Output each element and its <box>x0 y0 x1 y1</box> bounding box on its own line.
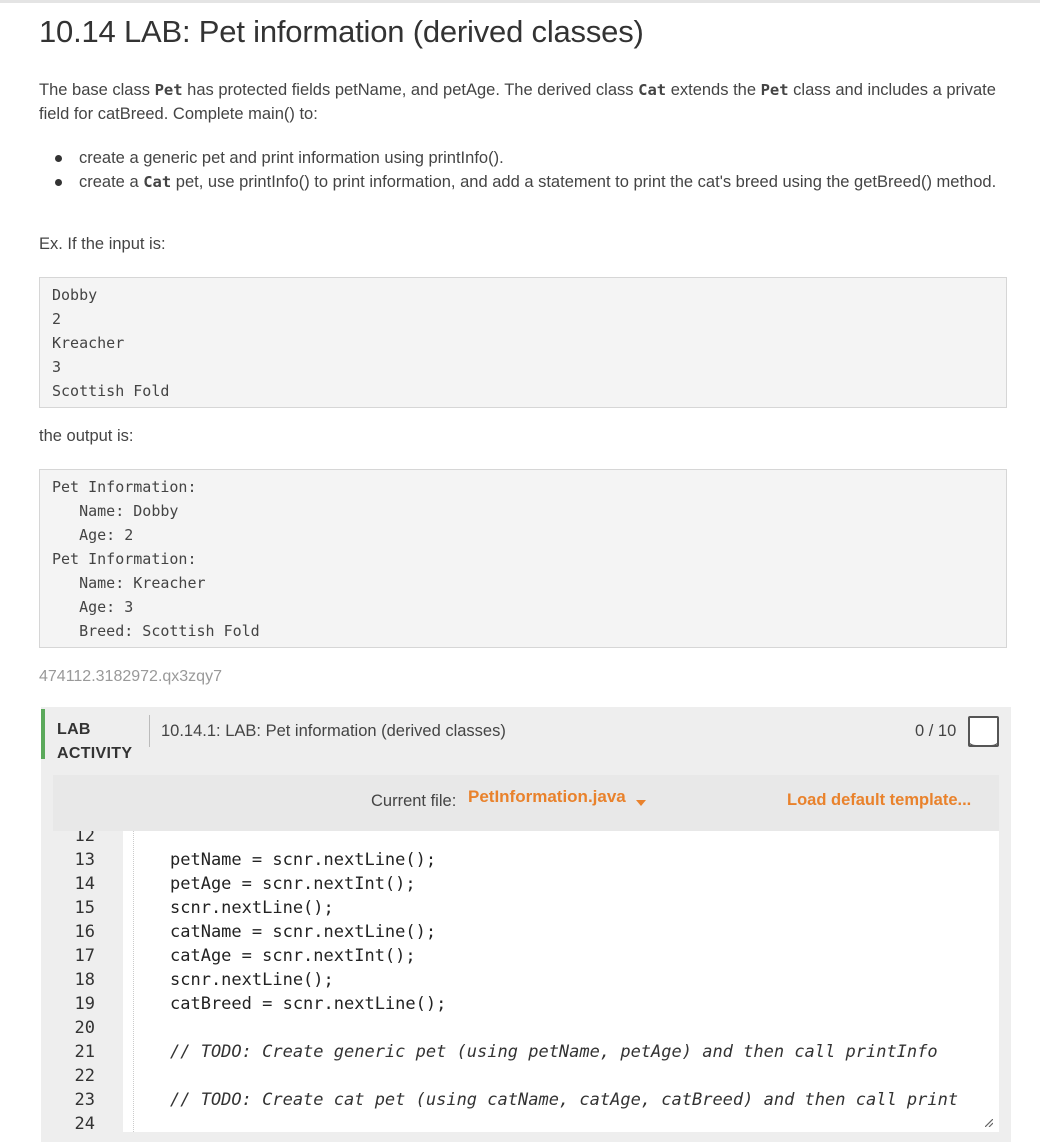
example-output-box: Pet Information: Name: Dobby Age: 2 Pet … <box>39 469 1007 648</box>
completion-checkbox <box>968 716 999 747</box>
example-input-label: Ex. If the input is: <box>39 235 166 253</box>
example-input-box: Dobby 2 Kreacher 3 Scottish Fold <box>39 277 1007 408</box>
output-line: Name: Dobby <box>52 502 179 520</box>
lab-label-line2: ACTIVITY <box>57 745 133 762</box>
line-number: 18 <box>74 970 95 990</box>
lab-header-divider <box>149 715 150 747</box>
line-number: 23 <box>74 1090 95 1110</box>
chevron-down-icon[interactable] <box>636 800 646 806</box>
code-line[interactable]: catBreed = scnr.nextLine(); <box>170 992 446 1016</box>
instruction-text-1: create a <box>79 173 144 191</box>
page-title: 10.14 LAB: Pet information (derived clas… <box>39 14 644 49</box>
resize-handle-icon[interactable] <box>985 1119 993 1127</box>
lab-activity-label: LAB ACTIVITY <box>57 718 132 766</box>
line-number: 13 <box>74 850 95 870</box>
instruction-text: create a generic pet and print informati… <box>79 149 504 167</box>
lab-accent-bar <box>41 709 45 759</box>
code-line[interactable]: catAge = scnr.nextInt(); <box>170 944 416 968</box>
intro-code-cat: Cat <box>638 81 667 99</box>
instruction-item: create a Cat pet, use printInfo() to pri… <box>39 170 1014 194</box>
intro-text-3: extends the <box>666 81 761 99</box>
code-line[interactable]: petName = scnr.nextLine(); <box>170 848 436 872</box>
current-file-dropdown[interactable]: PetInformation.java <box>468 787 626 807</box>
instruction-item: create a generic pet and print informati… <box>39 146 1014 170</box>
intro-text-1: The base class <box>39 81 155 99</box>
code-editor[interactable]: 12 13 14 15 16 17 18 19 20 21 22 23 24 p… <box>53 831 999 1132</box>
input-line: 3 <box>52 358 62 376</box>
line-number: 14 <box>74 874 95 894</box>
input-line: 2 <box>52 310 62 328</box>
line-number: 20 <box>74 1018 95 1038</box>
current-file-label: Current file: <box>371 792 457 810</box>
lab-label-line1: LAB <box>57 721 91 738</box>
code-line[interactable]: catName = scnr.nextLine(); <box>170 920 436 944</box>
input-line: Kreacher <box>52 334 125 352</box>
code-line[interactable]: petAge = scnr.nextInt(); <box>170 872 416 896</box>
output-line: Pet Information: <box>52 550 197 568</box>
load-default-template-link[interactable]: Load default template... <box>787 791 971 810</box>
intro-code-pet-2: Pet <box>760 81 789 99</box>
code-comment-line[interactable]: // TODO: Create generic pet (using petNa… <box>170 1040 938 1064</box>
code-line[interactable]: scnr.nextLine(); <box>170 896 334 920</box>
line-number: 19 <box>74 994 95 1014</box>
line-number: 16 <box>74 922 95 942</box>
output-line: Pet Information: <box>52 478 197 496</box>
output-line: Breed: Scottish Fold <box>52 622 260 640</box>
example-output-label: the output is: <box>39 427 134 445</box>
code-comment-line[interactable]: // TODO: Create cat pet (using catName, … <box>170 1088 958 1112</box>
line-number: 17 <box>74 946 95 966</box>
instruction-text-2: pet, use printInfo() to print informatio… <box>171 173 997 191</box>
line-number: 12 <box>74 831 95 846</box>
indent-guide <box>133 831 135 1132</box>
output-line: Name: Kreacher <box>52 574 206 592</box>
intro-code-pet: Pet <box>154 81 183 99</box>
output-line: Age: 3 <box>52 598 134 616</box>
line-number: 24 <box>74 1114 95 1132</box>
intro-paragraph: The base class Pet has protected fields … <box>39 78 1014 126</box>
score-text: 0 / 10 <box>915 722 957 740</box>
top-divider <box>0 0 1040 3</box>
instruction-code-cat: Cat <box>143 173 172 191</box>
input-line: Dobby <box>52 286 98 304</box>
code-line[interactable]: scnr.nextLine(); <box>170 968 334 992</box>
line-number: 21 <box>74 1042 95 1062</box>
line-number: 15 <box>74 898 95 918</box>
lab-title: 10.14.1: LAB: Pet information (derived c… <box>161 722 506 740</box>
bullet-icon <box>55 179 62 186</box>
instruction-list: create a generic pet and print informati… <box>39 146 1014 194</box>
bullet-icon <box>55 155 62 162</box>
intro-text-2: has protected fields petName, and petAge… <box>182 81 639 99</box>
output-line: Age: 2 <box>52 526 134 544</box>
activity-id: 474112.3182972.qx3zqy7 <box>39 668 222 685</box>
input-line: Scottish Fold <box>52 382 170 400</box>
line-number: 22 <box>74 1066 95 1086</box>
